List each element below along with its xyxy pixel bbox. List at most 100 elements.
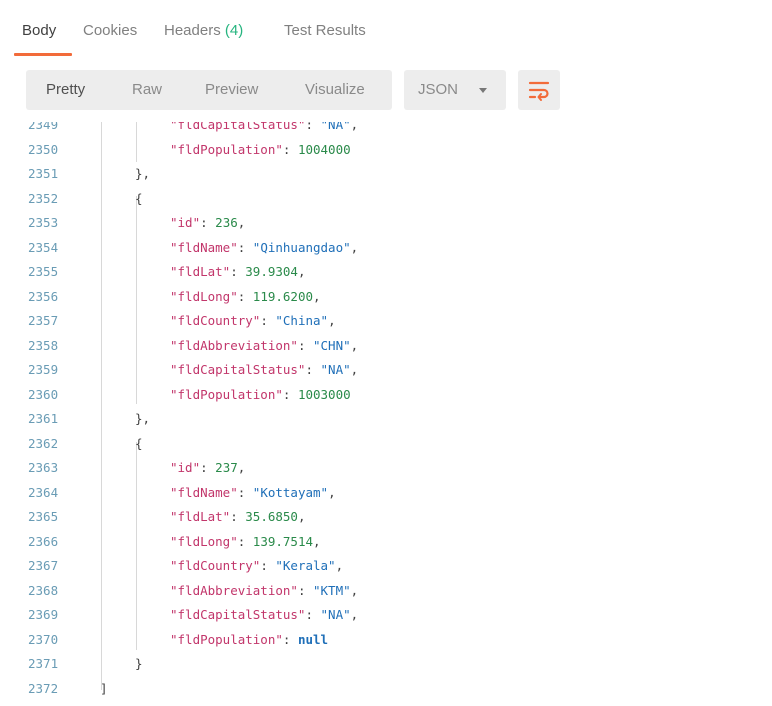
code-line: 2363 "id": 237,: [0, 456, 772, 480]
code-text: "fldName": "Qinhuangdao",: [170, 236, 358, 260]
code-line: 2365 "fldLat": 35.6850,: [0, 505, 772, 529]
headers-count-badge: (4): [224, 22, 244, 39]
code-token: "fldAbbreviation": [170, 582, 298, 598]
line-number: 2371: [28, 656, 59, 671]
line-number: 2365: [28, 509, 59, 524]
line-number: 2356: [28, 288, 59, 304]
code-token: :: [305, 122, 321, 132]
line-number: 2357: [28, 313, 59, 328]
line-number: 2367: [28, 558, 59, 573]
line-number: 2369: [28, 607, 59, 622]
code-line: 2357 "fldCountry": "China",: [0, 309, 772, 333]
code-token: "NA": [320, 122, 351, 132]
code-token: "NA": [320, 607, 351, 622]
code-token: "fldLong": [170, 533, 238, 549]
code-token: "fldCountry": [170, 313, 261, 328]
line-number: 2353: [28, 215, 59, 230]
code-token: ,: [350, 239, 359, 255]
code-text: "fldLat": 39.9304,: [170, 260, 306, 284]
code-line: 2368 "fldAbbreviation": "KTM",: [0, 579, 772, 603]
code-line: 2354 "fldName": "Qinhuangdao",: [0, 236, 772, 260]
code-line: 2350 "fldPopulation": 1004000: [0, 138, 772, 162]
code-line: 2371}: [0, 652, 772, 676]
code-token: ,: [297, 509, 306, 524]
code-token: ,: [328, 313, 336, 328]
code-text: "id": 237,: [170, 456, 245, 480]
code-token: 236: [215, 215, 238, 230]
line-number: 2351: [28, 166, 59, 181]
code-text: ]: [100, 677, 108, 701]
tab-test-results[interactable]: Test Results: [284, 22, 366, 39]
code-token: :: [305, 607, 321, 622]
code-line: 2361},: [0, 407, 772, 431]
view-pretty-button[interactable]: Pretty: [46, 81, 85, 98]
wrap-lines-button[interactable]: [518, 70, 560, 110]
code-token: "Kottayam": [252, 484, 329, 500]
code-text: {: [135, 187, 143, 211]
chevron-down-icon: [479, 88, 487, 93]
line-number: 2360: [28, 386, 59, 402]
code-token: :: [237, 533, 253, 549]
line-number: 2361: [28, 411, 59, 426]
tab-headers[interactable]: Headers (4): [164, 22, 243, 39]
code-line: 2360 "fldPopulation": 1003000: [0, 383, 772, 407]
code-token: "NA": [320, 362, 351, 377]
code-token: "China": [275, 313, 329, 328]
code-token: "fldName": [170, 239, 238, 255]
code-token: :: [237, 484, 253, 500]
line-number: 2349: [28, 122, 59, 132]
code-token: ,: [350, 337, 359, 353]
code-token: ]: [100, 680, 108, 696]
code-text: "fldCapitalStatus": "NA",: [170, 122, 358, 137]
code-line: 2359 "fldCapitalStatus": "NA",: [0, 358, 772, 382]
response-body-editor[interactable]: 2349 "fldCapitalStatus": "NA", 2350 "fldPop…: [0, 122, 772, 706]
code-token: ,: [335, 558, 344, 573]
code-text: },: [135, 407, 150, 431]
line-number: 2358: [28, 337, 59, 353]
line-number: 2366: [28, 533, 59, 549]
code-token: "fldCapitalStatus": [170, 122, 306, 132]
code-line: 2369 "fldCapitalStatus": "NA",: [0, 603, 772, 627]
code-token: ,: [237, 460, 246, 475]
tab-cookies-label: Cookies: [83, 22, 138, 39]
code-token: :: [297, 582, 313, 598]
view-raw-button[interactable]: Raw: [132, 81, 162, 98]
code-token: "fldCapitalStatus": [170, 362, 306, 377]
line-number: 2355: [28, 264, 59, 279]
wrap-lines-icon: [528, 81, 550, 101]
line-number: 2362: [28, 435, 59, 451]
code-text: "fldAbbreviation": "KTM",: [170, 579, 358, 603]
line-number: 2354: [28, 239, 59, 255]
code-text: "fldLong": 139.7514,: [170, 530, 321, 554]
code-token: :: [282, 631, 298, 647]
code-token: },: [135, 166, 151, 181]
code-token: null: [297, 631, 329, 647]
line-number: 2364: [28, 484, 59, 500]
code-text: "fldCountry": "China",: [170, 309, 336, 333]
code-token: :: [305, 362, 321, 377]
code-line: 2353 "id": 236,: [0, 211, 772, 235]
view-visualize-button[interactable]: Visualize: [305, 81, 365, 98]
line-number: 2359: [28, 362, 59, 377]
tab-cookies[interactable]: Cookies: [83, 22, 137, 39]
tab-test-results-label: Test Results: [284, 22, 366, 39]
code-token: :: [282, 141, 298, 157]
code-text: "fldCountry": "Kerala",: [170, 554, 343, 578]
format-select[interactable]: JSON: [404, 70, 506, 110]
code-token: }: [135, 656, 143, 671]
tab-body[interactable]: Body: [22, 22, 56, 39]
code-token: 35.6850: [245, 509, 298, 524]
code-token: ,: [350, 607, 359, 622]
code-text: "fldPopulation": 1003000: [170, 383, 351, 407]
view-preview-button[interactable]: Preview: [205, 81, 258, 98]
code-token: "Qinhuangdao": [252, 239, 351, 255]
line-number: 2370: [28, 631, 59, 647]
code-token: :: [237, 288, 253, 304]
code-text: },: [135, 162, 150, 186]
code-token: ,: [328, 484, 336, 500]
code-line: 2370 "fldPopulation": null: [0, 628, 772, 652]
code-text: "fldLong": 119.6200,: [170, 285, 321, 309]
code-token: "KTM": [313, 582, 351, 598]
format-select-value: JSON: [418, 81, 459, 98]
code-token: "fldCountry": [170, 558, 261, 573]
